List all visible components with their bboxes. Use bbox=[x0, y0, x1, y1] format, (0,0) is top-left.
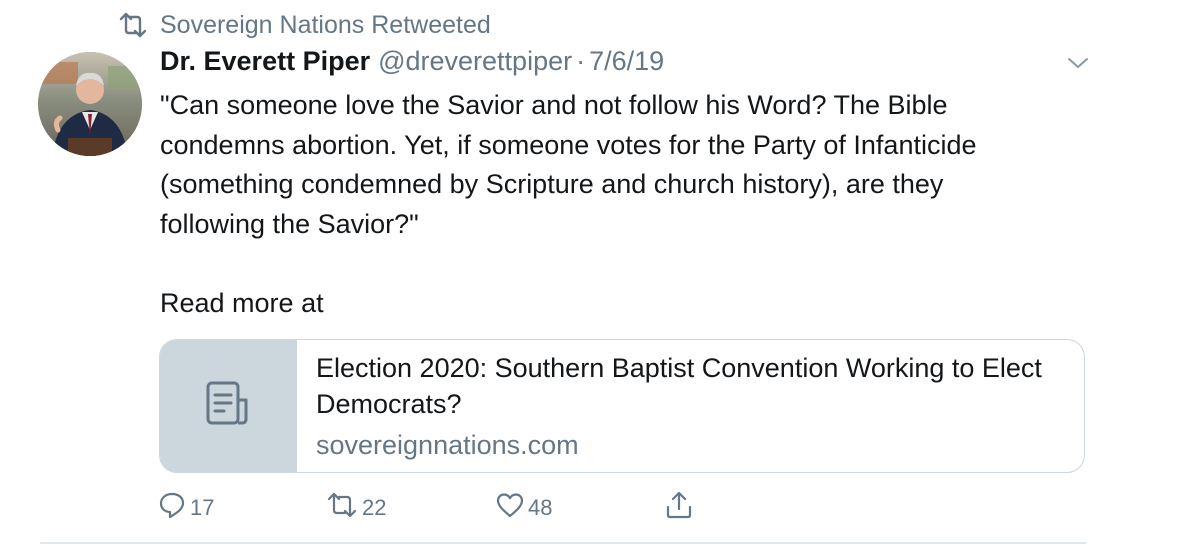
tweet-text-line: condemns abortion. Yet, if someone votes… bbox=[160, 129, 977, 160]
like-button[interactable]: 48 bbox=[496, 490, 552, 526]
tweet[interactable]: Sovereign Nations Retweeted Dr. Everett … bbox=[0, 0, 1200, 545]
read-more-text: Read more at bbox=[160, 288, 324, 318]
card-domain: sovereignnations.com bbox=[316, 430, 579, 460]
heart-icon bbox=[496, 491, 528, 525]
retweet-button[interactable]: 22 bbox=[326, 490, 386, 526]
card-thumbnail bbox=[160, 340, 297, 472]
chevron-down-icon[interactable] bbox=[1066, 54, 1090, 72]
tweet-date[interactable]: 7/6/19 bbox=[589, 46, 664, 77]
share-button[interactable] bbox=[664, 490, 698, 526]
retweet-context-label[interactable]: Sovereign Nations Retweeted bbox=[160, 11, 491, 40]
reply-icon bbox=[158, 491, 190, 525]
tweet-actions: 17 22 48 bbox=[158, 490, 718, 526]
document-icon bbox=[202, 378, 254, 435]
retweet-context: Sovereign Nations Retweeted bbox=[118, 10, 491, 40]
author-handle[interactable]: @dreverettpiper bbox=[378, 46, 572, 77]
link-card[interactable]: Election 2020: Southern Baptist Conventi… bbox=[159, 339, 1085, 473]
tweet-header: Dr. Everett Piper @dreverettpiper · 7/6/… bbox=[160, 46, 664, 82]
tweet-text-line: "Can someone love the Savior and not fol… bbox=[160, 90, 948, 120]
tweet-text-line: following the Savior?" bbox=[160, 208, 419, 239]
tweet-text: "Can someone love the Savior and not fol… bbox=[160, 86, 1100, 244]
card-title[interactable]: Election 2020: Southern Baptist Conventi… bbox=[316, 350, 1076, 422]
card-body: Election 2020: Southern Baptist Conventi… bbox=[297, 340, 1076, 472]
retweet-count: 22 bbox=[362, 495, 387, 520]
reply-count: 17 bbox=[190, 495, 215, 520]
retweet-icon bbox=[326, 491, 362, 525]
header-separator: · bbox=[576, 46, 586, 76]
divider bbox=[40, 542, 1086, 544]
retweet-icon bbox=[118, 12, 148, 38]
avatar[interactable] bbox=[38, 52, 142, 156]
author-name[interactable]: Dr. Everett Piper bbox=[160, 46, 370, 77]
reply-button[interactable]: 17 bbox=[158, 490, 214, 526]
share-icon bbox=[664, 490, 698, 526]
tweet-text-line: (something condemned by Scripture and ch… bbox=[160, 169, 944, 199]
like-count: 48 bbox=[528, 495, 553, 520]
